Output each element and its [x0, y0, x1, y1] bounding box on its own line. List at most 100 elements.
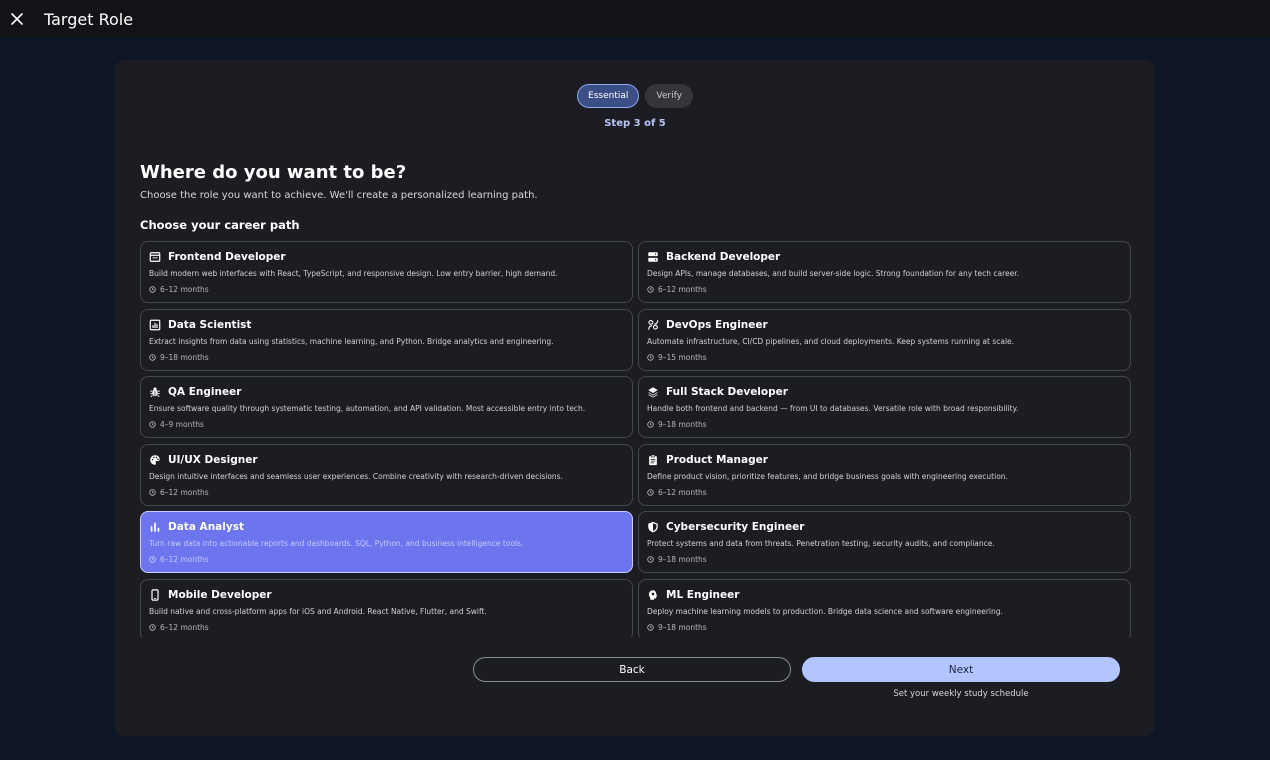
role-card-data-scientist[interactable]: Data Scientist Extract insights from data…	[140, 308, 633, 371]
section-title: Choose your career path	[140, 218, 300, 232]
close-icon	[11, 13, 23, 25]
role-card-cybersecurity-engineer[interactable]: Cybersecurity Engineer Protect systems an…	[638, 511, 1131, 573]
role-duration-text: 6–12 months	[658, 487, 707, 497]
role-title: ML Engineer	[666, 588, 740, 601]
clock-icon	[647, 623, 654, 631]
role-card-mobile-developer[interactable]: Mobile Developer Build native and cross-p…	[140, 578, 633, 637]
role-description: Design intuitive interfaces and seamless…	[149, 471, 563, 481]
layers-icon	[647, 386, 659, 398]
role-header: Data Scientist	[149, 319, 251, 331]
role-title: Full Stack Developer	[666, 386, 788, 398]
role-duration-text: 9–15 months	[658, 352, 707, 362]
role-duration: 4–9 months	[149, 420, 204, 429]
onboarding-card: Essential Verify Step 3 of 5 Where do yo…	[115, 60, 1155, 736]
heading: Where do you want to be?	[140, 162, 407, 183]
clock-icon	[647, 353, 654, 361]
clock-icon	[647, 421, 654, 428]
next-button[interactable]: Next	[802, 657, 1120, 682]
role-duration-text: 9–18 months	[658, 622, 707, 632]
clock-icon	[149, 286, 156, 293]
role-header: Product Manager	[647, 454, 768, 466]
role-card-product-manager[interactable]: Product Manager Define product vision, pr…	[638, 443, 1131, 506]
role-card-qa-engineer[interactable]: QA Engineer Ensure software quality throu…	[140, 376, 633, 438]
role-header: UI/UX Designer	[149, 454, 258, 466]
role-title: Mobile Developer	[168, 588, 272, 601]
role-title: Data Analyst	[168, 521, 244, 533]
role-header: Cybersecurity Engineer	[647, 521, 804, 533]
role-description: Design APIs, manage databases, and build…	[647, 269, 1020, 278]
close-button[interactable]	[0, 0, 34, 38]
role-header: ML Engineer	[647, 589, 739, 601]
role-header: Data Analyst	[149, 521, 244, 533]
role-duration-text: 6–12 months	[658, 285, 707, 294]
palette-icon	[149, 454, 161, 466]
role-duration-text: 4–9 months	[160, 420, 204, 429]
clock-icon	[647, 286, 654, 293]
clock-icon	[149, 488, 156, 496]
role-description: Build modern web interfaces with React, …	[149, 269, 558, 278]
role-duration: 6–12 months	[647, 285, 707, 294]
role-duration: 6–12 months	[149, 488, 209, 497]
role-card-data-analyst[interactable]: Data Analyst Turn raw data into actionabl…	[140, 511, 633, 573]
role-description: Automate infrastructure, CI/CD pipelines…	[647, 336, 1015, 346]
role-title: UI/UX Designer	[168, 453, 258, 466]
role-header: Frontend Developer	[149, 251, 286, 263]
role-duration: 9–18 months	[647, 623, 707, 632]
web-icon	[149, 251, 161, 263]
role-duration: 6–12 months	[149, 285, 209, 294]
role-header: Full Stack Developer	[647, 386, 788, 398]
bug-icon	[149, 386, 161, 398]
clipboard-icon	[647, 454, 659, 466]
role-title: Frontend Developer	[168, 251, 286, 263]
role-card-ui-ux-designer[interactable]: UI/UX Designer Design intuitive interface…	[140, 443, 633, 506]
career-path-grid: Frontend Developer Build modern web inter…	[140, 241, 1131, 637]
role-duration-text: 9–18 months	[658, 555, 707, 564]
stepper: Essential Verify	[115, 84, 1155, 108]
top-app-bar: Target Role	[0, 0, 1270, 38]
role-header: QA Engineer	[149, 386, 241, 398]
psychology-icon	[647, 589, 659, 601]
role-description: Extract insights from data using statist…	[149, 336, 554, 346]
role-duration: 6–12 months	[647, 488, 707, 497]
role-title: Data Scientist	[168, 318, 252, 331]
role-card-ml-engineer[interactable]: ML Engineer Deploy machine learning model…	[638, 578, 1131, 637]
clock-icon	[149, 353, 156, 361]
step-verify[interactable]: Verify	[645, 84, 693, 108]
step-essential[interactable]: Essential	[577, 84, 640, 108]
bar-chart-icon	[149, 521, 161, 533]
devops-icon	[647, 319, 659, 331]
role-duration: 9–18 months	[647, 420, 707, 429]
clock-icon	[149, 623, 156, 631]
role-duration: 6–12 months	[149, 623, 209, 632]
next-hint: Set your weekly study schedule	[893, 689, 1029, 699]
clock-icon	[647, 488, 654, 496]
role-card-full-stack-developer[interactable]: Full Stack Developer Handle both frontend…	[638, 376, 1131, 438]
role-duration-text: 6–12 months	[160, 555, 209, 564]
role-card-backend-developer[interactable]: Backend Developer Design APIs, manage dat…	[638, 241, 1131, 303]
role-title: Cybersecurity Engineer	[666, 521, 805, 533]
role-description: Ensure software quality through systemat…	[149, 404, 586, 413]
role-duration: 6–12 months	[149, 555, 209, 564]
role-duration: 9–15 months	[647, 353, 707, 362]
role-duration-text: 6–12 months	[160, 487, 209, 497]
role-title: Product Manager	[666, 453, 768, 466]
role-duration: 9–18 months	[149, 353, 209, 362]
back-button[interactable]: Back	[473, 657, 791, 682]
role-duration-text: 9–18 months	[658, 420, 707, 429]
role-description: Deploy machine learning models to produc…	[647, 606, 1003, 616]
analytics-icon	[149, 319, 161, 331]
role-duration-text: 9–18 months	[160, 352, 209, 362]
role-header: Mobile Developer	[149, 589, 272, 601]
role-card-frontend-developer[interactable]: Frontend Developer Build modern web inter…	[140, 241, 633, 303]
shield-icon	[647, 521, 659, 533]
smartphone-icon	[149, 588, 161, 601]
role-duration-text: 6–12 months	[160, 622, 209, 632]
role-card-devops-engineer[interactable]: DevOps Engineer Automate infrastructure, …	[638, 308, 1131, 371]
role-description: Define product vision, prioritize featur…	[647, 471, 1008, 481]
role-header: Backend Developer	[647, 251, 780, 263]
role-title: DevOps Engineer	[666, 318, 768, 331]
role-description: Build native and cross-platform apps for…	[149, 606, 487, 616]
role-description: Handle both frontend and backend — from …	[647, 404, 1019, 413]
role-duration: 9–18 months	[647, 555, 707, 564]
clock-icon	[149, 421, 156, 428]
